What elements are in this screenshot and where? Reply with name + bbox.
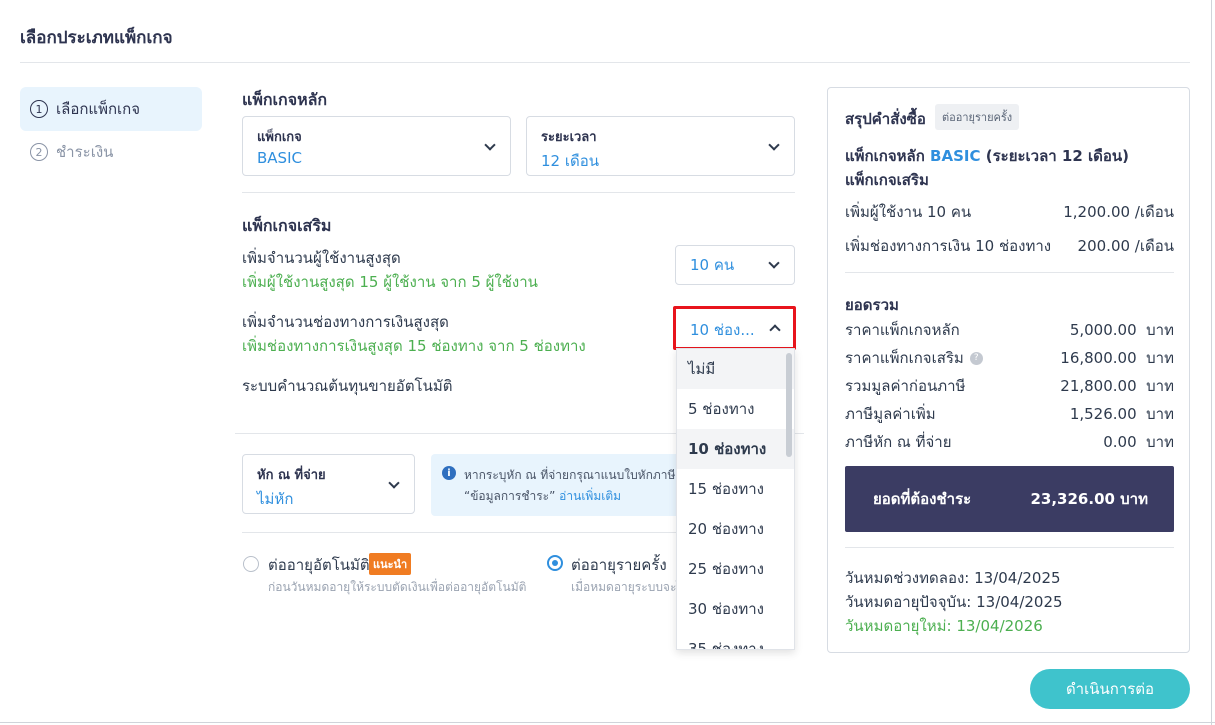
- step-number: 1: [30, 100, 48, 118]
- summary-total-label: ราคาแพ็กเกจหลัก: [845, 321, 960, 339]
- order-summary-panel: สรุปคำสั่งซื้อ ต่ออายุรายครั้ง แพ็กเกจหล…: [827, 87, 1190, 653]
- summary-total-value: 16,800.00 บาท: [1060, 349, 1174, 367]
- dropdown-option[interactable]: 30 ช่องทาง: [677, 589, 794, 629]
- channels-dropdown-list[interactable]: ไม่มี 5 ช่องทาง 10 ช่องทาง 15 ช่องทาง 20…: [676, 348, 795, 650]
- summary-main-package: แพ็กเกจหลัก BASIC (ระยะเวลา 12 เดือน): [845, 144, 1129, 168]
- channels-select-value: 10 ช่อง...: [690, 321, 755, 339]
- chevron-up-icon: [769, 324, 781, 336]
- auto-renew-label[interactable]: ต่ออายุอัตโนมัติ: [268, 553, 370, 577]
- addon-channels-label: เพิ่มจำนวนช่องทางการเงินสูงสุด: [242, 313, 449, 331]
- step-number: 2: [30, 143, 48, 161]
- package-select-value: BASIC: [257, 149, 302, 167]
- read-more-link[interactable]: อ่านเพิ่มเติม: [559, 489, 621, 503]
- withholding-select-value: ไม่หัก: [257, 490, 294, 508]
- users-select-value: 10 คน: [690, 256, 735, 274]
- summary-total-value: 21,800.00 บาท: [1060, 377, 1174, 395]
- auto-cost-label: ระบบคำนวณต้นทุนขายอัตโนมัติ: [242, 377, 453, 395]
- info-text-line2: “ข้อมูลการชำระ”: [464, 489, 556, 503]
- manual-renew-radio[interactable]: [547, 555, 563, 571]
- title-divider: [20, 62, 1190, 63]
- window-edge: [1211, 0, 1212, 725]
- window-edge: [0, 722, 1215, 723]
- summary-main-package-name: BASIC: [930, 147, 981, 165]
- dropdown-option[interactable]: 5 ช่องทาง: [677, 389, 794, 429]
- dropdown-option[interactable]: 35 ช่องทาง: [677, 629, 794, 649]
- summary-total-value: 1,526.00 บาท: [1069, 405, 1174, 423]
- help-icon[interactable]: ?: [969, 352, 983, 365]
- addon-package-title: แพ็กเกจเสริม: [242, 216, 332, 235]
- withholding-select-label: หัก ณ ที่จ่าย: [257, 468, 326, 483]
- renewal-type-tag: ต่ออายุรายครั้ง: [935, 104, 1020, 130]
- summary-addon-title: แพ็กเกจเสริม: [845, 171, 929, 189]
- dropdown-option[interactable]: 15 ช่องทาง: [677, 469, 794, 509]
- page-title: เลือกประเภทแพ็กเกจ: [20, 28, 173, 48]
- summary-totals-title: ยอดรวม: [845, 296, 899, 314]
- summary-main-duration: (ระยะเวลา 12 เดือน): [985, 147, 1130, 165]
- channels-select[interactable]: 10 ช่อง...: [673, 306, 796, 350]
- current-expiry-date: วันหมดอายุปัจจุบัน: 13/04/2025: [845, 593, 1063, 611]
- chevron-down-icon: [484, 139, 496, 151]
- duration-select-value: 12 เดือน: [541, 152, 599, 170]
- info-text-line1: หากระบุหัก ณ ที่จ่ายกรุณาแนบใบหักภาษี: [464, 468, 676, 482]
- summary-total-row: ภาษีมูลค่าเพิ่ม 1,526.00 บาท: [845, 402, 1174, 426]
- summary-total-value: 0.00 บาท: [1103, 433, 1174, 451]
- summary-divider: [845, 272, 1174, 273]
- package-select[interactable]: แพ็กเกจ BASIC: [242, 116, 511, 176]
- step-label: เลือกแพ็กเกจ: [56, 100, 141, 118]
- summary-total-label: รวมมูลค่าก่อนภาษี: [845, 377, 966, 395]
- summary-addon-label: เพิ่มผู้ใช้งาน 10 คน: [845, 203, 972, 221]
- summary-addon-value: 1,200.00 /เดือน: [1063, 203, 1174, 221]
- step-label: ชำระเงิน: [56, 143, 114, 161]
- dropdown-option-selected[interactable]: 10 ช่องทาง: [677, 429, 794, 469]
- amount-due-box: ยอดที่ต้องชำระ 23,326.00 บาท: [845, 466, 1174, 532]
- summary-total-label: ภาษีมูลค่าเพิ่ม: [845, 405, 936, 423]
- summary-addon-label: เพิ่มช่องทางการเงิน 10 ช่องทาง: [845, 237, 1052, 255]
- addon-channels-description: เพิ่มช่องทางการเงินสูงสุด 15 ช่องทาง จาก…: [242, 337, 586, 355]
- trial-end-date: วันหมดช่วงทดลอง: 13/04/2025: [845, 569, 1061, 587]
- addon-users-description: เพิ่มผู้ใช้งานสูงสุด 15 ผู้ใช้งาน จาก 5 …: [242, 273, 538, 291]
- withholding-select[interactable]: หัก ณ ที่จ่าย ไม่หัก: [242, 454, 415, 514]
- summary-addon-row: เพิ่มผู้ใช้งาน 10 คน 1,200.00 /เดือน: [845, 200, 1174, 224]
- duration-select-label: ระยะเวลา: [541, 130, 597, 145]
- chevron-down-icon: [768, 257, 780, 269]
- step-select-package[interactable]: 1 เลือกแพ็กเกจ: [20, 87, 202, 131]
- chevron-down-icon: [768, 139, 780, 151]
- dropdown-option[interactable]: 25 ช่องทาง: [677, 549, 794, 589]
- summary-total-row: ภาษีหัก ณ ที่จ่าย 0.00 บาท: [845, 430, 1174, 454]
- amount-due-value: 23,326.00 บาท: [1030, 490, 1148, 508]
- summary-total-row: ราคาแพ็กเกจเสริม? 16,800.00 บาท: [845, 346, 1174, 370]
- section-divider: [242, 532, 682, 533]
- step-payment[interactable]: 2 ชำระเงิน: [20, 130, 202, 174]
- addon-users-label: เพิ่มจำนวนผู้ใช้งานสูงสุด: [242, 249, 401, 267]
- dropdown-option[interactable]: ไม่มี: [677, 349, 794, 389]
- info-icon: i: [442, 466, 456, 480]
- auto-renew-radio[interactable]: [243, 556, 259, 572]
- dropdown-option[interactable]: 20 ช่องทาง: [677, 509, 794, 549]
- summary-total-row: รวมมูลค่าก่อนภาษี 21,800.00 บาท: [845, 374, 1174, 398]
- recommended-badge: แนะนำ: [369, 553, 412, 575]
- section-divider: [242, 192, 795, 193]
- summary-divider: [845, 547, 1174, 548]
- summary-total-label: ราคาแพ็กเกจเสริม: [845, 349, 964, 367]
- users-select[interactable]: 10 คน: [675, 245, 795, 285]
- new-expiry-date: วันหมดอายุใหม่: 13/04/2026: [845, 617, 1043, 635]
- withholding-info-box: i หากระบุหัก ณ ที่จ่ายกรุณาแนบใบหักภาษี …: [431, 454, 681, 516]
- continue-button[interactable]: ดำเนินการต่อ: [1030, 669, 1190, 709]
- amount-due-label: ยอดที่ต้องชำระ: [873, 490, 972, 508]
- package-select-label: แพ็กเกจ: [257, 130, 302, 145]
- summary-total-label: ภาษีหัก ณ ที่จ่าย: [845, 433, 952, 451]
- summary-addon-value: 200.00 /เดือน: [1077, 237, 1174, 255]
- summary-main-prefix: แพ็กเกจหลัก: [845, 147, 925, 165]
- manual-renew-description: เมื่อหมดอายุระบบจะไม่: [571, 580, 676, 594]
- main-package-title: แพ็กเกจหลัก: [242, 90, 328, 109]
- summary-total-row: ราคาแพ็กเกจหลัก 5,000.00 บาท: [845, 318, 1174, 342]
- summary-title: สรุปคำสั่งซื้อ: [845, 110, 926, 128]
- summary-addon-row: เพิ่มช่องทางการเงิน 10 ช่องทาง 200.00 /เ…: [845, 234, 1174, 258]
- chevron-down-icon: [388, 477, 400, 489]
- manual-renew-label[interactable]: ต่ออายุรายครั้ง: [571, 553, 667, 577]
- duration-select[interactable]: ระยะเวลา 12 เดือน: [526, 116, 795, 176]
- summary-total-value: 5,000.00 บาท: [1069, 321, 1174, 339]
- dropdown-scrollbar[interactable]: [786, 353, 792, 457]
- auto-renew-description: ก่อนวันหมดอายุให้ระบบตัดเงินเพื่อต่ออายุ…: [268, 580, 527, 594]
